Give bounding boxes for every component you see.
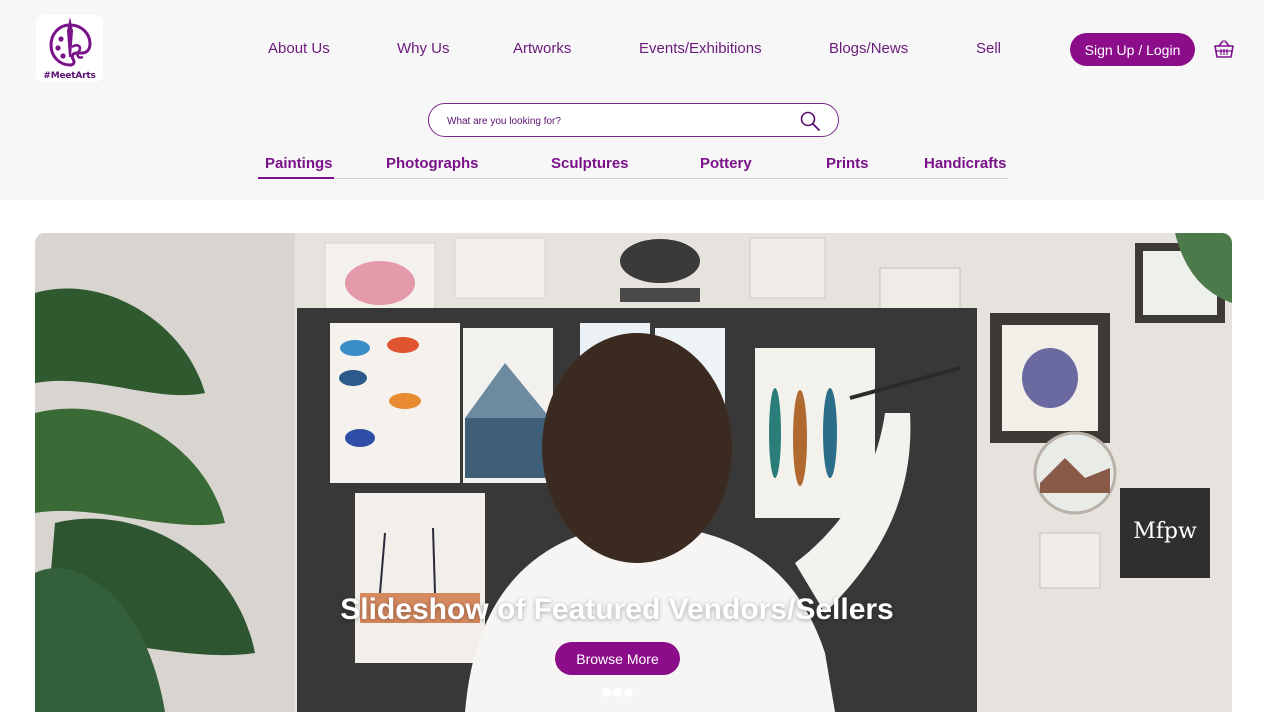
nav-about-us[interactable]: About Us bbox=[268, 40, 330, 57]
hero-slideshow: Mfpw Slideshow of Featured Vendors/Selle… bbox=[35, 233, 1232, 712]
slideshow-dots bbox=[602, 688, 633, 697]
nav-artworks[interactable]: Artworks bbox=[513, 40, 571, 57]
search-icon[interactable] bbox=[800, 111, 820, 131]
category-tab-sculptures[interactable]: Sculptures bbox=[551, 155, 629, 172]
nav-sell[interactable]: Sell bbox=[976, 40, 1001, 57]
category-tab-paintings[interactable]: Paintings bbox=[265, 155, 333, 172]
brand-name: #MeetArts bbox=[43, 71, 96, 81]
slide-dot[interactable] bbox=[613, 688, 622, 697]
category-divider bbox=[258, 178, 1008, 179]
search-bar bbox=[428, 103, 839, 137]
header-band bbox=[0, 0, 1264, 200]
palette-logo-icon bbox=[49, 17, 92, 67]
signup-login-button[interactable]: Sign Up / Login bbox=[1070, 33, 1195, 66]
nav-events-exhibitions[interactable]: Events/Exhibitions bbox=[639, 40, 762, 57]
category-tab-pottery[interactable]: Pottery bbox=[700, 155, 752, 172]
nav-why-us[interactable]: Why Us bbox=[397, 40, 450, 57]
basket-icon[interactable] bbox=[1213, 39, 1235, 59]
browse-more-button[interactable]: Browse More bbox=[555, 642, 680, 675]
nav-blogs-news[interactable]: Blogs/News bbox=[829, 40, 908, 57]
slide-dot[interactable] bbox=[624, 688, 633, 697]
search-input[interactable] bbox=[447, 112, 787, 130]
category-tab-handicrafts[interactable]: Handicrafts bbox=[924, 155, 1007, 172]
hero-image: Mfpw bbox=[35, 233, 1232, 712]
brand-logo[interactable]: #MeetArts bbox=[36, 15, 103, 82]
active-category-indicator bbox=[258, 177, 334, 179]
hero-title: Slideshow of Featured Vendors/Sellers bbox=[340, 593, 894, 626]
svg-text:Mfpw: Mfpw bbox=[1133, 519, 1197, 544]
category-tab-photographs[interactable]: Photographs bbox=[386, 155, 479, 172]
category-tab-prints[interactable]: Prints bbox=[826, 155, 869, 172]
slide-dot[interactable] bbox=[602, 688, 611, 697]
